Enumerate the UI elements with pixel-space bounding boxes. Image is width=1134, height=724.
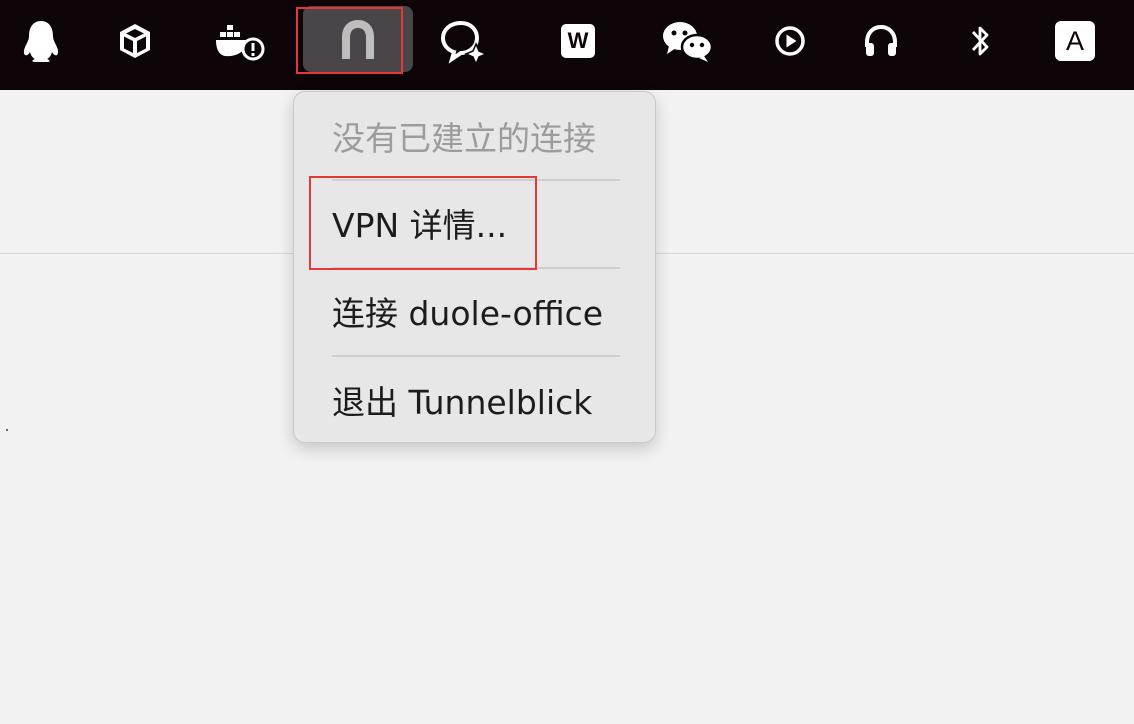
menu-status-text: 没有已建立的连接	[332, 119, 596, 158]
package-box-icon[interactable]	[105, 10, 165, 72]
menu-separator	[332, 179, 620, 181]
menu-bar: W A	[0, 0, 1134, 90]
menu-separator	[332, 267, 620, 269]
chat-bot-icon[interactable]	[434, 10, 494, 72]
docker-warning-icon[interactable]	[210, 10, 270, 72]
input-source-glyph: A	[1055, 21, 1095, 61]
menu-separator	[332, 355, 620, 357]
tunnelblick-menu: 没有已建立的连接 VPN 详情... 连接 duole-office 退出 Tu…	[293, 91, 656, 443]
wechat-icon[interactable]	[658, 10, 718, 72]
stray-mark	[6, 429, 8, 431]
qq-penguin-icon[interactable]	[11, 10, 71, 72]
play-circle-icon[interactable]	[760, 10, 820, 72]
menu-item-quit[interactable]: 退出 Tunnelblick	[332, 386, 592, 419]
tunnelblick-icon[interactable]	[303, 6, 413, 72]
wps-glyph: W	[561, 24, 595, 58]
menu-item-connect[interactable]: 连接 duole-office	[332, 297, 603, 330]
headphones-icon[interactable]	[851, 10, 911, 72]
menu-item-vpn-details[interactable]: VPN 详情...	[332, 209, 507, 242]
bluetooth-icon[interactable]	[950, 10, 1010, 72]
wps-icon[interactable]: W	[548, 10, 608, 72]
input-source-icon[interactable]: A	[1045, 10, 1105, 72]
